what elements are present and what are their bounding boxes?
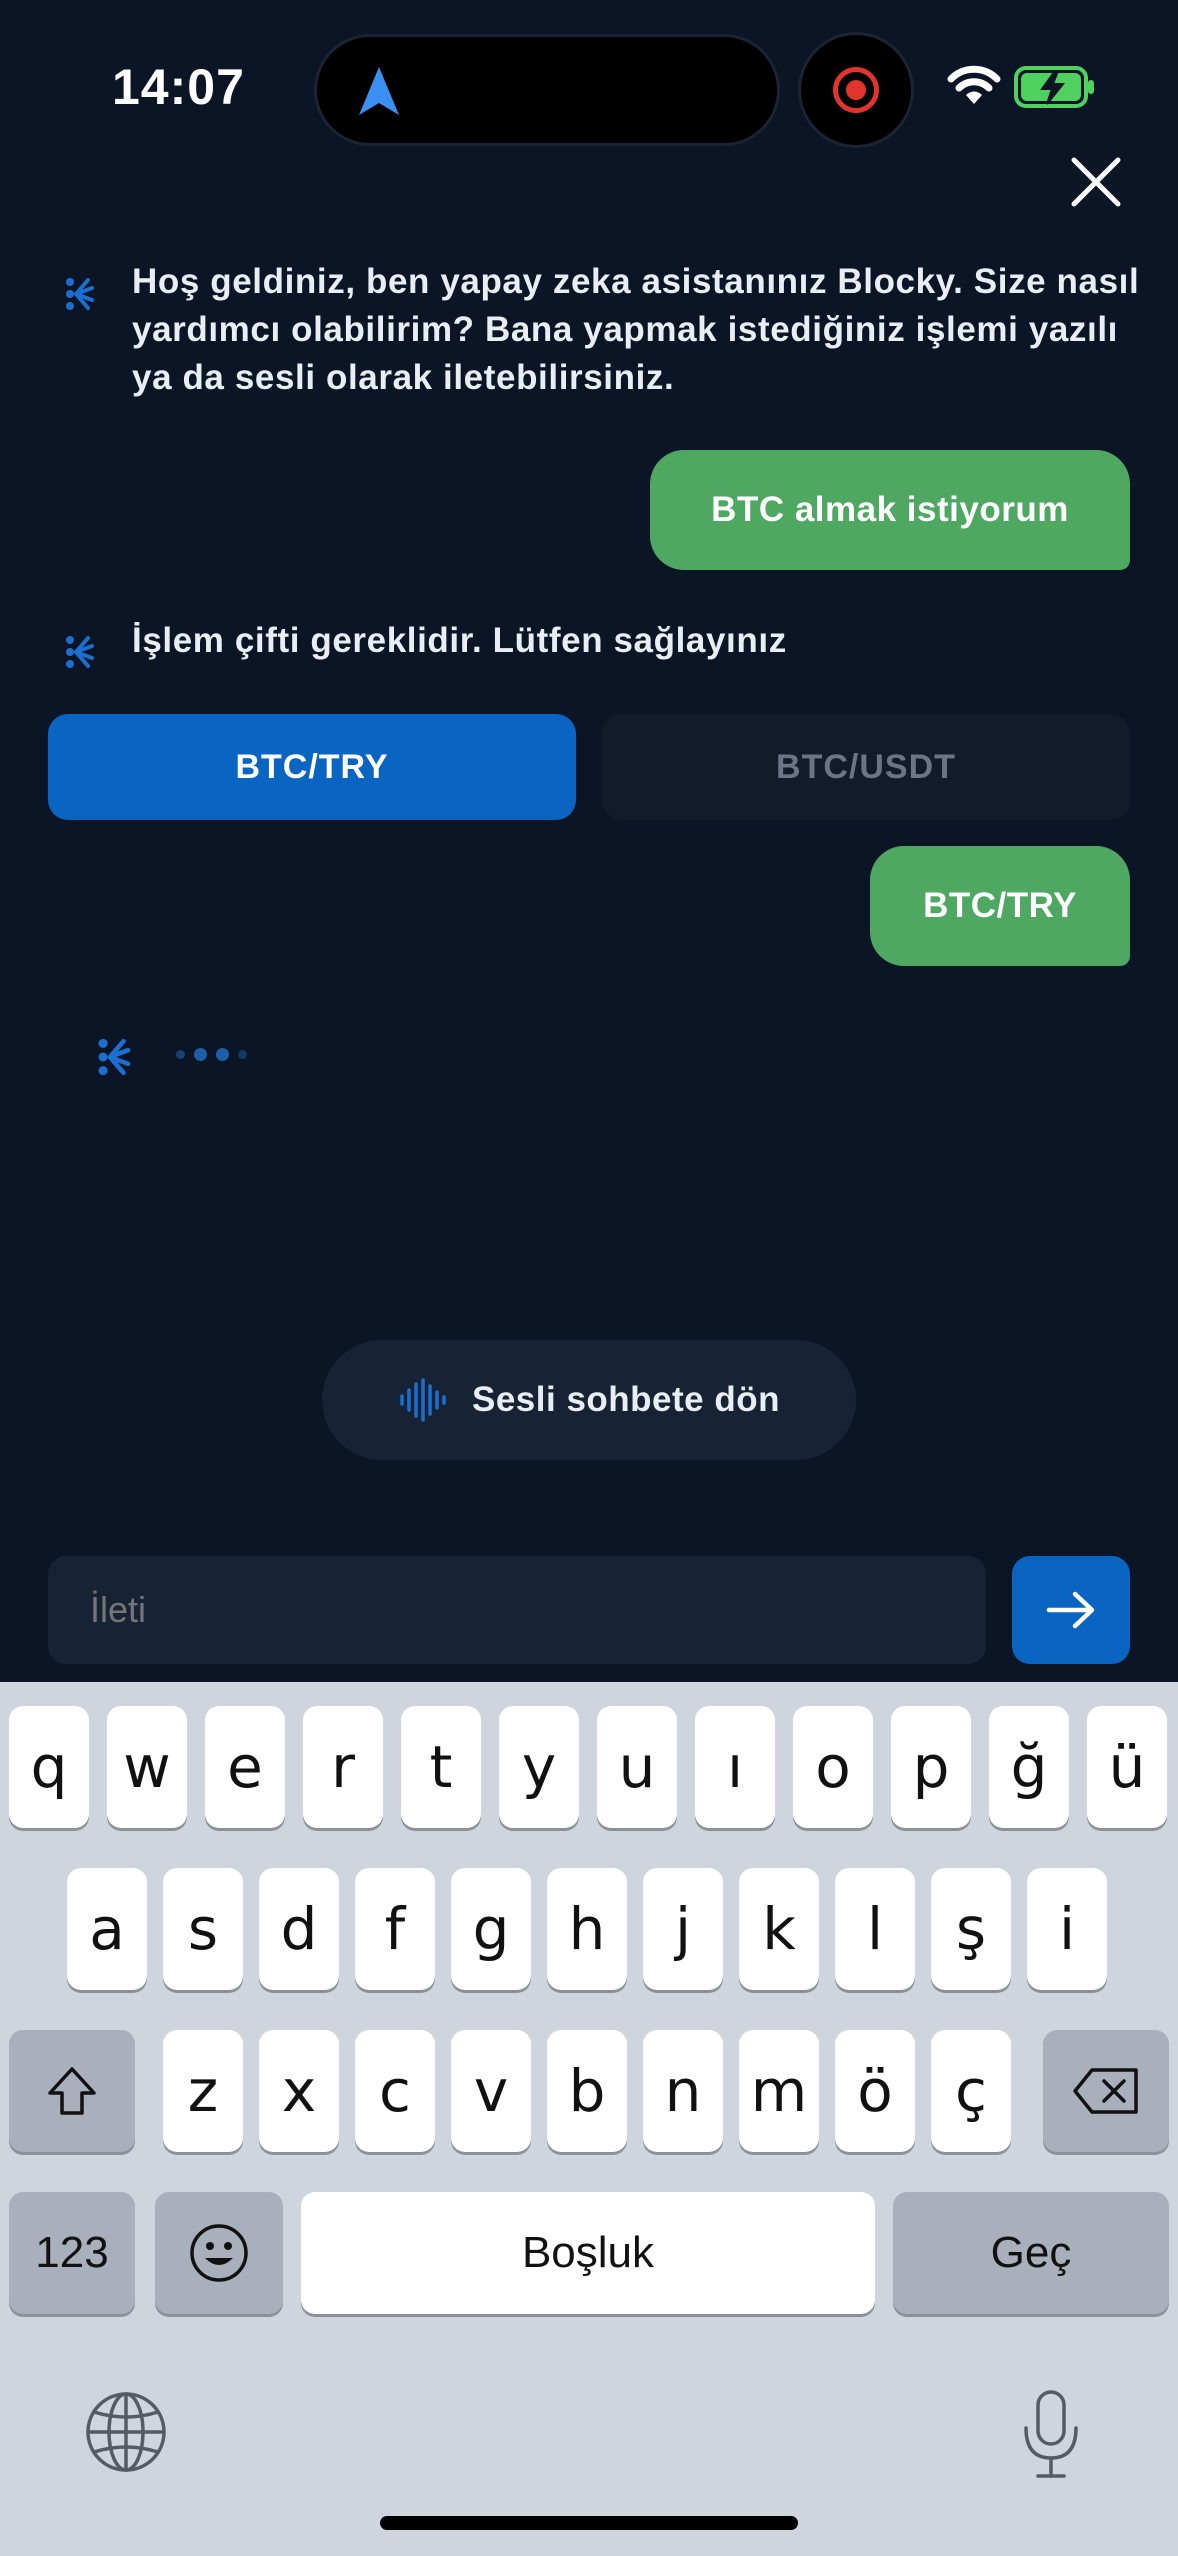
key-e[interactable]: e — [205, 1706, 285, 1828]
typing-indicator — [176, 1048, 247, 1061]
key-a[interactable]: a — [67, 1868, 147, 1990]
key-u[interactable]: u — [597, 1706, 677, 1828]
key-g[interactable]: g — [451, 1868, 531, 1990]
key-m[interactable]: m — [739, 2030, 819, 2152]
key-s[interactable]: s — [163, 1868, 243, 1990]
key-o[interactable]: o — [793, 1706, 873, 1828]
battery-charging-icon — [1014, 66, 1094, 108]
key-j[interactable]: j — [643, 1868, 723, 1990]
emoji-icon — [190, 2224, 248, 2282]
key-h[interactable]: h — [547, 1868, 627, 1990]
pair-option-btc-try[interactable]: BTC/TRY — [48, 714, 576, 820]
globe-icon[interactable] — [84, 2390, 168, 2474]
home-indicator — [380, 2516, 798, 2530]
key-f[interactable]: f — [355, 1868, 435, 1990]
key-c-cedilla[interactable]: ç — [931, 2030, 1011, 2152]
key-n[interactable]: n — [643, 2030, 723, 2152]
key-l[interactable]: l — [835, 1868, 915, 1990]
dynamic-island — [314, 34, 780, 146]
send-arrow-icon — [1046, 1591, 1095, 1629]
wifi-icon — [947, 65, 1001, 104]
key-v[interactable]: v — [451, 2030, 531, 2152]
pair-option-btc-usdt[interactable]: BTC/USDT — [602, 714, 1130, 820]
key-x[interactable]: x — [259, 2030, 339, 2152]
shift-key[interactable] — [9, 2030, 135, 2152]
blocky-bot-icon — [66, 636, 94, 668]
bot-message: Hoş geldiniz, ben yapay zeka asistanınız… — [132, 262, 1140, 397]
key-u-umlaut[interactable]: ü — [1087, 1706, 1167, 1828]
return-key[interactable]: Geç — [893, 2192, 1169, 2314]
bot-message: İşlem çifti gereklidir. Lütfen sağlayını… — [132, 621, 787, 660]
voice-chat-label: Sesli sohbete dön — [472, 1380, 780, 1419]
record-icon — [798, 32, 914, 148]
microphone-icon[interactable] — [1018, 2388, 1084, 2482]
keyboard: q w e r t y u ı o p ğ ü a s d f g h j k … — [0, 1682, 1178, 2556]
key-t[interactable]: t — [401, 1706, 481, 1828]
key-r[interactable]: r — [303, 1706, 383, 1828]
close-icon[interactable] — [1064, 150, 1128, 214]
space-key[interactable]: Boşluk — [301, 2192, 875, 2314]
key-c[interactable]: c — [355, 2030, 435, 2152]
blocky-bot-icon — [66, 278, 94, 310]
key-d[interactable]: d — [259, 1868, 339, 1990]
blocky-bot-icon — [98, 1038, 131, 1076]
key-dotless-i[interactable]: ı — [695, 1706, 775, 1828]
emoji-key[interactable] — [155, 2192, 283, 2314]
message-input[interactable] — [48, 1556, 986, 1664]
user-message: BTC/TRY — [870, 846, 1130, 966]
key-w[interactable]: w — [107, 1706, 187, 1828]
navigation-arrow-icon — [359, 67, 399, 115]
key-b[interactable]: b — [547, 2030, 627, 2152]
voice-wave-icon — [400, 1378, 446, 1422]
numbers-key[interactable]: 123 — [9, 2192, 135, 2314]
key-q[interactable]: q — [9, 1706, 89, 1828]
key-o-umlaut[interactable]: ö — [835, 2030, 915, 2152]
key-g-breve[interactable]: ğ — [989, 1706, 1069, 1828]
status-time: 14:07 — [112, 59, 245, 115]
key-s-cedilla[interactable]: ş — [931, 1868, 1011, 1990]
backspace-icon — [1073, 2068, 1138, 2114]
send-button[interactable] — [1012, 1556, 1130, 1664]
voice-chat-button[interactable]: Sesli sohbete dön — [322, 1340, 856, 1460]
key-i[interactable]: i — [1027, 1868, 1107, 1990]
key-k[interactable]: k — [739, 1868, 819, 1990]
backspace-key[interactable] — [1043, 2030, 1169, 2152]
key-z[interactable]: z — [163, 2030, 243, 2152]
key-p[interactable]: p — [891, 1706, 971, 1828]
user-message: BTC almak istiyorum — [650, 450, 1130, 570]
key-y[interactable]: y — [499, 1706, 579, 1828]
shift-icon — [48, 2067, 96, 2115]
